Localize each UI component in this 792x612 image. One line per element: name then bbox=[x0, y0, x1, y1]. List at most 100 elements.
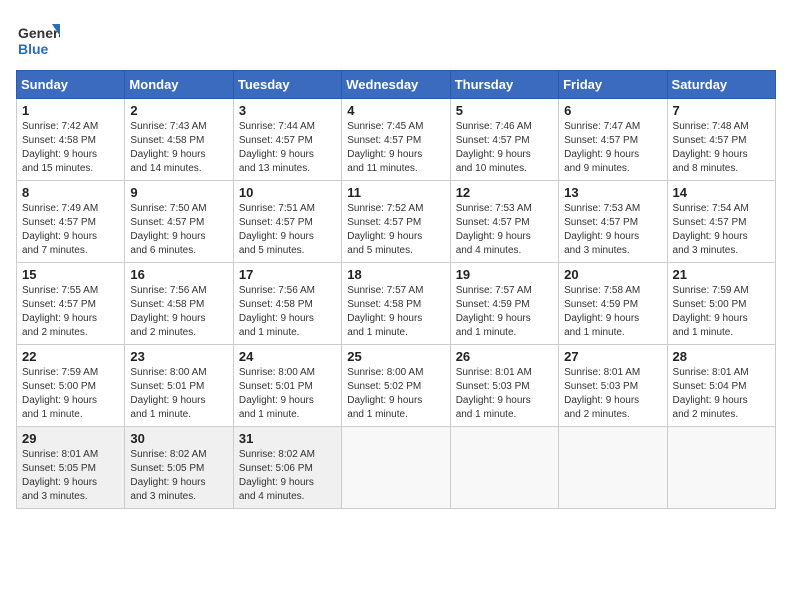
day-info: Sunrise: 8:00 AM Sunset: 5:01 PM Dayligh… bbox=[130, 366, 227, 422]
calendar-cell: 23 Sunrise: 8:00 AM Sunset: 5:01 PM Dayli… bbox=[125, 345, 233, 427]
calendar-cell: 9 Sunrise: 7:50 AM Sunset: 4:57 PM Daylig… bbox=[125, 181, 233, 263]
day-info: Sunrise: 8:00 AM Sunset: 5:01 PM Dayligh… bbox=[239, 366, 336, 422]
col-header-sunday: Sunday bbox=[17, 71, 125, 99]
calendar-cell: 6 Sunrise: 7:47 AM Sunset: 4:57 PM Daylig… bbox=[559, 99, 667, 181]
day-info: Sunrise: 7:42 AM Sunset: 4:58 PM Dayligh… bbox=[22, 120, 119, 176]
logo-icon: General Blue bbox=[16, 16, 60, 60]
calendar-cell: 20 Sunrise: 7:58 AM Sunset: 4:59 PM Dayli… bbox=[559, 263, 667, 345]
day-number: 21 bbox=[673, 267, 770, 282]
day-number: 15 bbox=[22, 267, 119, 282]
calendar-cell: 7 Sunrise: 7:48 AM Sunset: 4:57 PM Daylig… bbox=[667, 99, 775, 181]
day-info: Sunrise: 7:58 AM Sunset: 4:59 PM Dayligh… bbox=[564, 284, 661, 340]
day-number: 25 bbox=[347, 349, 444, 364]
day-number: 7 bbox=[673, 103, 770, 118]
day-number: 27 bbox=[564, 349, 661, 364]
day-info: Sunrise: 7:48 AM Sunset: 4:57 PM Dayligh… bbox=[673, 120, 770, 176]
day-number: 14 bbox=[673, 185, 770, 200]
calendar-cell: 28 Sunrise: 8:01 AM Sunset: 5:04 PM Dayli… bbox=[667, 345, 775, 427]
day-number: 9 bbox=[130, 185, 227, 200]
calendar-cell: 10Sunrise: 7:51 AM Sunset: 4:57 PM Dayli… bbox=[233, 181, 341, 263]
col-header-friday: Friday bbox=[559, 71, 667, 99]
day-info: Sunrise: 8:00 AM Sunset: 5:02 PM Dayligh… bbox=[347, 366, 444, 422]
day-info: Sunrise: 8:01 AM Sunset: 5:04 PM Dayligh… bbox=[673, 366, 770, 422]
day-info: Sunrise: 8:01 AM Sunset: 5:03 PM Dayligh… bbox=[456, 366, 553, 422]
calendar-cell: 15 Sunrise: 7:55 AM Sunset: 4:57 PM Dayli… bbox=[17, 263, 125, 345]
calendar-cell bbox=[667, 427, 775, 509]
day-info: Sunrise: 7:53 AM Sunset: 4:57 PM Dayligh… bbox=[564, 202, 661, 258]
col-header-tuesday: Tuesday bbox=[233, 71, 341, 99]
day-number: 16 bbox=[130, 267, 227, 282]
day-number: 29 bbox=[22, 431, 119, 446]
calendar-week-2: 8 Sunrise: 7:49 AM Sunset: 4:57 PM Daylig… bbox=[17, 181, 776, 263]
calendar-cell: 8 Sunrise: 7:49 AM Sunset: 4:57 PM Daylig… bbox=[17, 181, 125, 263]
day-number: 12 bbox=[456, 185, 553, 200]
day-number: 22 bbox=[22, 349, 119, 364]
calendar-cell: 31Sunrise: 8:02 AM Sunset: 5:06 PM Dayli… bbox=[233, 427, 341, 509]
day-number: 23 bbox=[130, 349, 227, 364]
day-number: 4 bbox=[347, 103, 444, 118]
day-info: Sunrise: 7:56 AM Sunset: 4:58 PM Dayligh… bbox=[130, 284, 227, 340]
calendar-table: SundayMondayTuesdayWednesdayThursdayFrid… bbox=[16, 70, 776, 509]
logo: General Blue bbox=[16, 16, 64, 60]
day-info: Sunrise: 7:49 AM Sunset: 4:57 PM Dayligh… bbox=[22, 202, 119, 258]
page-header: General Blue bbox=[16, 16, 776, 60]
calendar-header-row: SundayMondayTuesdayWednesdayThursdayFrid… bbox=[17, 71, 776, 99]
calendar-cell: 18Sunrise: 7:57 AM Sunset: 4:58 PM Dayli… bbox=[342, 263, 450, 345]
day-number: 18 bbox=[347, 267, 444, 282]
calendar-cell: 19 Sunrise: 7:57 AM Sunset: 4:59 PM Dayli… bbox=[450, 263, 558, 345]
day-number: 24 bbox=[239, 349, 336, 364]
calendar-cell: 21 Sunrise: 7:59 AM Sunset: 5:00 PM Dayli… bbox=[667, 263, 775, 345]
calendar-cell: 11 Sunrise: 7:52 AM Sunset: 4:57 PM Dayli… bbox=[342, 181, 450, 263]
day-number: 19 bbox=[456, 267, 553, 282]
day-info: Sunrise: 7:57 AM Sunset: 4:59 PM Dayligh… bbox=[456, 284, 553, 340]
day-info: Sunrise: 7:45 AM Sunset: 4:57 PM Dayligh… bbox=[347, 120, 444, 176]
calendar-cell: 2 Sunrise: 7:43 AM Sunset: 4:58 PM Daylig… bbox=[125, 99, 233, 181]
day-info: Sunrise: 7:59 AM Sunset: 5:00 PM Dayligh… bbox=[673, 284, 770, 340]
calendar-cell: 3 Sunrise: 7:44 AM Sunset: 4:57 PM Daylig… bbox=[233, 99, 341, 181]
day-number: 6 bbox=[564, 103, 661, 118]
day-number: 8 bbox=[22, 185, 119, 200]
day-info: Sunrise: 7:59 AM Sunset: 5:00 PM Dayligh… bbox=[22, 366, 119, 422]
day-number: 20 bbox=[564, 267, 661, 282]
day-info: Sunrise: 7:53 AM Sunset: 4:57 PM Dayligh… bbox=[456, 202, 553, 258]
calendar-cell: 1Sunrise: 7:42 AM Sunset: 4:58 PM Daylig… bbox=[17, 99, 125, 181]
calendar-week-1: 1Sunrise: 7:42 AM Sunset: 4:58 PM Daylig… bbox=[17, 99, 776, 181]
calendar-cell: 12 Sunrise: 7:53 AM Sunset: 4:57 PM Dayli… bbox=[450, 181, 558, 263]
day-info: Sunrise: 8:01 AM Sunset: 5:03 PM Dayligh… bbox=[564, 366, 661, 422]
day-info: Sunrise: 7:55 AM Sunset: 4:57 PM Dayligh… bbox=[22, 284, 119, 340]
day-number: 11 bbox=[347, 185, 444, 200]
day-number: 2 bbox=[130, 103, 227, 118]
calendar-cell: 25 Sunrise: 8:00 AM Sunset: 5:02 PM Dayli… bbox=[342, 345, 450, 427]
calendar-cell: 13 Sunrise: 7:53 AM Sunset: 4:57 PM Dayli… bbox=[559, 181, 667, 263]
calendar-week-3: 15 Sunrise: 7:55 AM Sunset: 4:57 PM Dayli… bbox=[17, 263, 776, 345]
day-info: Sunrise: 7:56 AM Sunset: 4:58 PM Dayligh… bbox=[239, 284, 336, 340]
calendar-cell: 26Sunrise: 8:01 AM Sunset: 5:03 PM Dayli… bbox=[450, 345, 558, 427]
calendar-cell bbox=[342, 427, 450, 509]
day-info: Sunrise: 8:01 AM Sunset: 5:05 PM Dayligh… bbox=[22, 448, 119, 504]
svg-text:Blue: Blue bbox=[18, 41, 49, 57]
day-info: Sunrise: 7:52 AM Sunset: 4:57 PM Dayligh… bbox=[347, 202, 444, 258]
day-info: Sunrise: 7:43 AM Sunset: 4:58 PM Dayligh… bbox=[130, 120, 227, 176]
svg-text:General: General bbox=[18, 25, 60, 41]
calendar-cell: 17 Sunrise: 7:56 AM Sunset: 4:58 PM Dayli… bbox=[233, 263, 341, 345]
calendar-cell: 24 Sunrise: 8:00 AM Sunset: 5:01 PM Dayli… bbox=[233, 345, 341, 427]
day-info: Sunrise: 7:47 AM Sunset: 4:57 PM Dayligh… bbox=[564, 120, 661, 176]
day-info: Sunrise: 7:51 AM Sunset: 4:57 PM Dayligh… bbox=[239, 202, 336, 258]
day-number: 17 bbox=[239, 267, 336, 282]
day-number: 30 bbox=[130, 431, 227, 446]
calendar-week-5: 29 Sunrise: 8:01 AM Sunset: 5:05 PM Dayli… bbox=[17, 427, 776, 509]
col-header-wednesday: Wednesday bbox=[342, 71, 450, 99]
day-number: 13 bbox=[564, 185, 661, 200]
col-header-monday: Monday bbox=[125, 71, 233, 99]
calendar-cell: 16 Sunrise: 7:56 AM Sunset: 4:58 PM Dayli… bbox=[125, 263, 233, 345]
day-info: Sunrise: 7:44 AM Sunset: 4:57 PM Dayligh… bbox=[239, 120, 336, 176]
calendar-cell: 29 Sunrise: 8:01 AM Sunset: 5:05 PM Dayli… bbox=[17, 427, 125, 509]
day-number: 28 bbox=[673, 349, 770, 364]
day-info: Sunrise: 7:54 AM Sunset: 4:57 PM Dayligh… bbox=[673, 202, 770, 258]
day-number: 3 bbox=[239, 103, 336, 118]
day-number: 31 bbox=[239, 431, 336, 446]
day-info: Sunrise: 7:50 AM Sunset: 4:57 PM Dayligh… bbox=[130, 202, 227, 258]
day-info: Sunrise: 8:02 AM Sunset: 5:05 PM Dayligh… bbox=[130, 448, 227, 504]
calendar-cell: 30 Sunrise: 8:02 AM Sunset: 5:05 PM Dayli… bbox=[125, 427, 233, 509]
calendar-cell bbox=[559, 427, 667, 509]
